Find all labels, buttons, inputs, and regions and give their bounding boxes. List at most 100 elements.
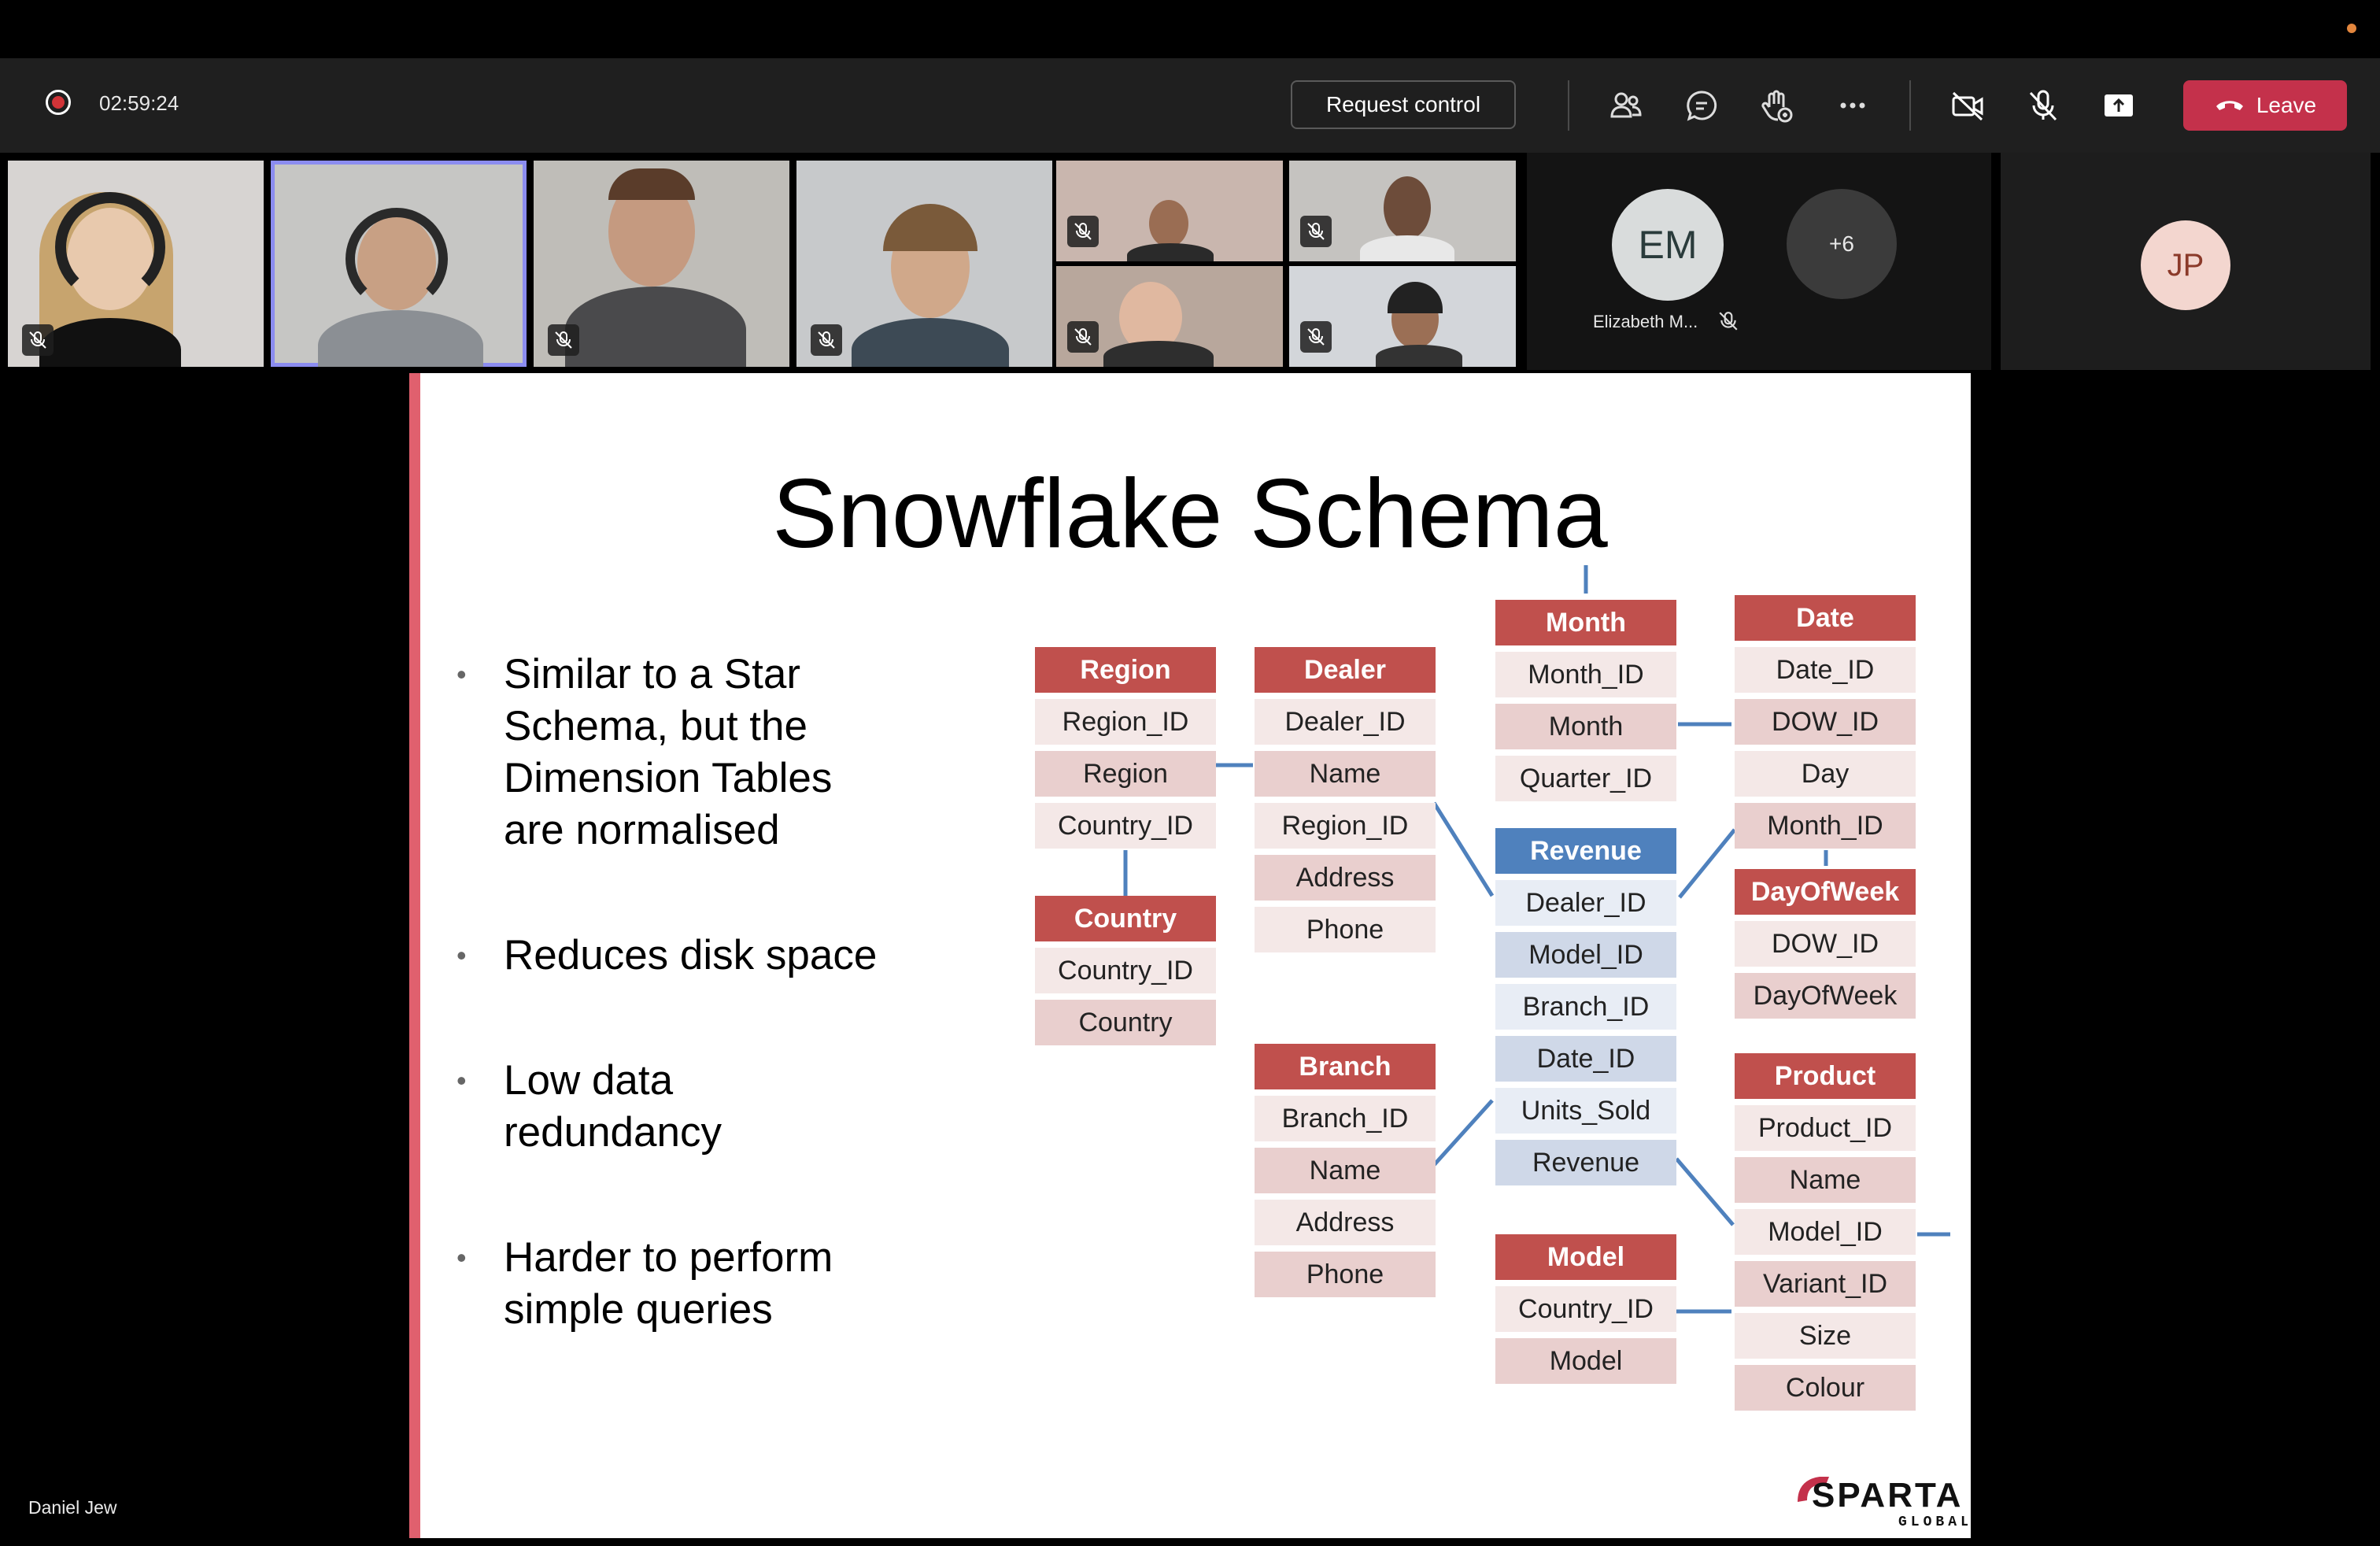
table-header: Date xyxy=(1735,595,1916,641)
more-icon[interactable] xyxy=(1834,87,1872,124)
muted-icon xyxy=(1300,216,1332,247)
camera-off-icon[interactable] xyxy=(1949,87,1986,124)
request-control-button[interactable]: Request control xyxy=(1291,80,1516,129)
bullet-text: Similar to a Star Schema, but the Dimens… xyxy=(504,651,833,853)
schema-table-model: Model Country_ID Model xyxy=(1495,1234,1676,1390)
table-row: Day xyxy=(1735,751,1916,797)
table-header: Dealer xyxy=(1255,647,1436,693)
schema-table-month: Month Month_ID Month Quarter_ID xyxy=(1495,600,1676,808)
table-row: Dealer_ID xyxy=(1495,880,1676,926)
table-header: Country xyxy=(1035,896,1216,941)
mic-off-icon[interactable] xyxy=(2024,87,2062,124)
participant-video-tile[interactable] xyxy=(796,161,1052,367)
svg-text:GLOBAL: GLOBAL xyxy=(1898,1515,1968,1529)
muted-icon xyxy=(22,324,54,356)
toolbar-divider xyxy=(1568,80,1569,131)
bullet-dot: • xyxy=(456,1064,467,1097)
table-row: Country xyxy=(1035,1000,1216,1045)
table-row: Model_ID xyxy=(1735,1209,1916,1255)
schema-table-product: Product Product_ID Name Model_ID Variant… xyxy=(1735,1053,1916,1417)
table-row: Date_ID xyxy=(1735,647,1916,693)
participant-video-tile[interactable] xyxy=(1056,161,1283,261)
muted-icon xyxy=(1300,321,1332,353)
avatar[interactable]: EM xyxy=(1612,189,1724,301)
title-bar xyxy=(0,0,2380,58)
muted-icon xyxy=(1717,310,1739,332)
table-row: Name xyxy=(1735,1157,1916,1203)
table-header: DayOfWeek xyxy=(1735,869,1916,915)
notification-dot xyxy=(2347,24,2356,33)
leave-label: Leave xyxy=(2256,93,2317,117)
people-icon[interactable] xyxy=(1607,87,1645,124)
schema-table-dealer: Dealer Dealer_ID Name Region_ID Address … xyxy=(1255,647,1436,959)
table-row: Address xyxy=(1255,1200,1436,1245)
bullet-text: Harder to perform simple queries xyxy=(504,1234,833,1333)
presenter-name: Daniel Jew xyxy=(28,1497,117,1518)
table-row: Month xyxy=(1495,704,1676,749)
schema-table-country: Country Country_ID Country xyxy=(1035,896,1216,1052)
svg-text:SPARTA: SPARTA xyxy=(1812,1476,1963,1515)
participant-name: Elizabeth M... xyxy=(1593,312,1698,331)
table-row: Country_ID xyxy=(1035,803,1216,849)
participant-video-tile[interactable] xyxy=(1289,161,1516,261)
bullet-dot: • xyxy=(456,658,467,690)
table-row: Colour xyxy=(1735,1365,1916,1411)
call-timer: 02:59:24 xyxy=(99,91,179,115)
table-row: Country_ID xyxy=(1495,1286,1676,1332)
schema-table-branch: Branch Branch_ID Name Address Phone xyxy=(1255,1044,1436,1304)
table-header: Product xyxy=(1735,1053,1916,1099)
sparta-global-logo: SPARTA GLOBAL xyxy=(1794,1466,1969,1530)
leave-button[interactable]: Leave xyxy=(2183,80,2347,131)
chat-icon[interactable] xyxy=(1683,87,1720,124)
table-row: Branch_ID xyxy=(1255,1096,1436,1141)
table-row: DayOfWeek xyxy=(1735,973,1916,1019)
table-row: Product_ID xyxy=(1735,1105,1916,1151)
muted-icon xyxy=(548,324,579,356)
table-row: Branch_ID xyxy=(1495,984,1676,1030)
participant-video-tile-active[interactable] xyxy=(271,161,527,367)
schema-table-region: Region Region_ID Region Country_ID xyxy=(1035,647,1216,855)
muted-icon xyxy=(811,324,842,356)
table-row: Region xyxy=(1035,751,1216,797)
bullet-dot: • xyxy=(456,1241,467,1274)
table-row: Phone xyxy=(1255,1252,1436,1297)
participant-video-tile[interactable] xyxy=(8,161,264,367)
raise-hand-icon[interactable] xyxy=(1758,87,1796,124)
table-row: Size xyxy=(1735,1313,1916,1359)
presentation-slide: Snowflake Schema • Similar to a Star Sch… xyxy=(409,373,1971,1538)
participant-video-tile[interactable] xyxy=(1289,266,1516,367)
bullet-text: Reduces disk space xyxy=(504,932,878,978)
table-row: Quarter_ID xyxy=(1495,756,1676,801)
table-row: Address xyxy=(1255,855,1436,901)
schema-table-revenue: Revenue Dealer_ID Model_ID Branch_ID Dat… xyxy=(1495,828,1676,1192)
share-tray-icon[interactable] xyxy=(2100,87,2138,124)
overflow-participants-button[interactable]: +6 xyxy=(1787,189,1897,299)
table-row: Phone xyxy=(1255,907,1436,952)
toolbar-divider xyxy=(1909,80,1911,131)
recording-icon xyxy=(46,90,71,115)
audio-participants-area xyxy=(1527,153,1991,370)
table-row: Month_ID xyxy=(1735,803,1916,849)
table-header: Model xyxy=(1495,1234,1676,1280)
schema-table-dayofweek: DayOfWeek DOW_ID DayOfWeek xyxy=(1735,869,1916,1025)
table-row: Date_ID xyxy=(1495,1036,1676,1082)
participant-video-tile[interactable] xyxy=(534,161,789,367)
bullet-dot: • xyxy=(456,939,467,971)
table-row: Dealer_ID xyxy=(1255,699,1436,745)
table-header: Region xyxy=(1035,647,1216,693)
table-header: Revenue xyxy=(1495,828,1676,874)
table-row: Region_ID xyxy=(1255,803,1436,849)
table-row: Units_Sold xyxy=(1495,1088,1676,1134)
table-row: Name xyxy=(1255,1148,1436,1193)
table-row: DOW_ID xyxy=(1735,921,1916,967)
slide-title: Snowflake Schema xyxy=(772,460,1608,568)
table-row: Model_ID xyxy=(1495,932,1676,978)
avatar[interactable]: JP xyxy=(2141,220,2230,310)
meeting-toolbar: 02:59:24 Request control Leave xyxy=(0,58,2380,153)
table-header: Branch xyxy=(1255,1044,1436,1089)
muted-icon xyxy=(1067,321,1099,353)
participant-video-tile[interactable] xyxy=(1056,266,1283,367)
participant-strip: EM Elizabeth M... +6 JP xyxy=(0,153,2380,370)
table-row: Variant_ID xyxy=(1735,1261,1916,1307)
table-row: Revenue xyxy=(1495,1140,1676,1185)
